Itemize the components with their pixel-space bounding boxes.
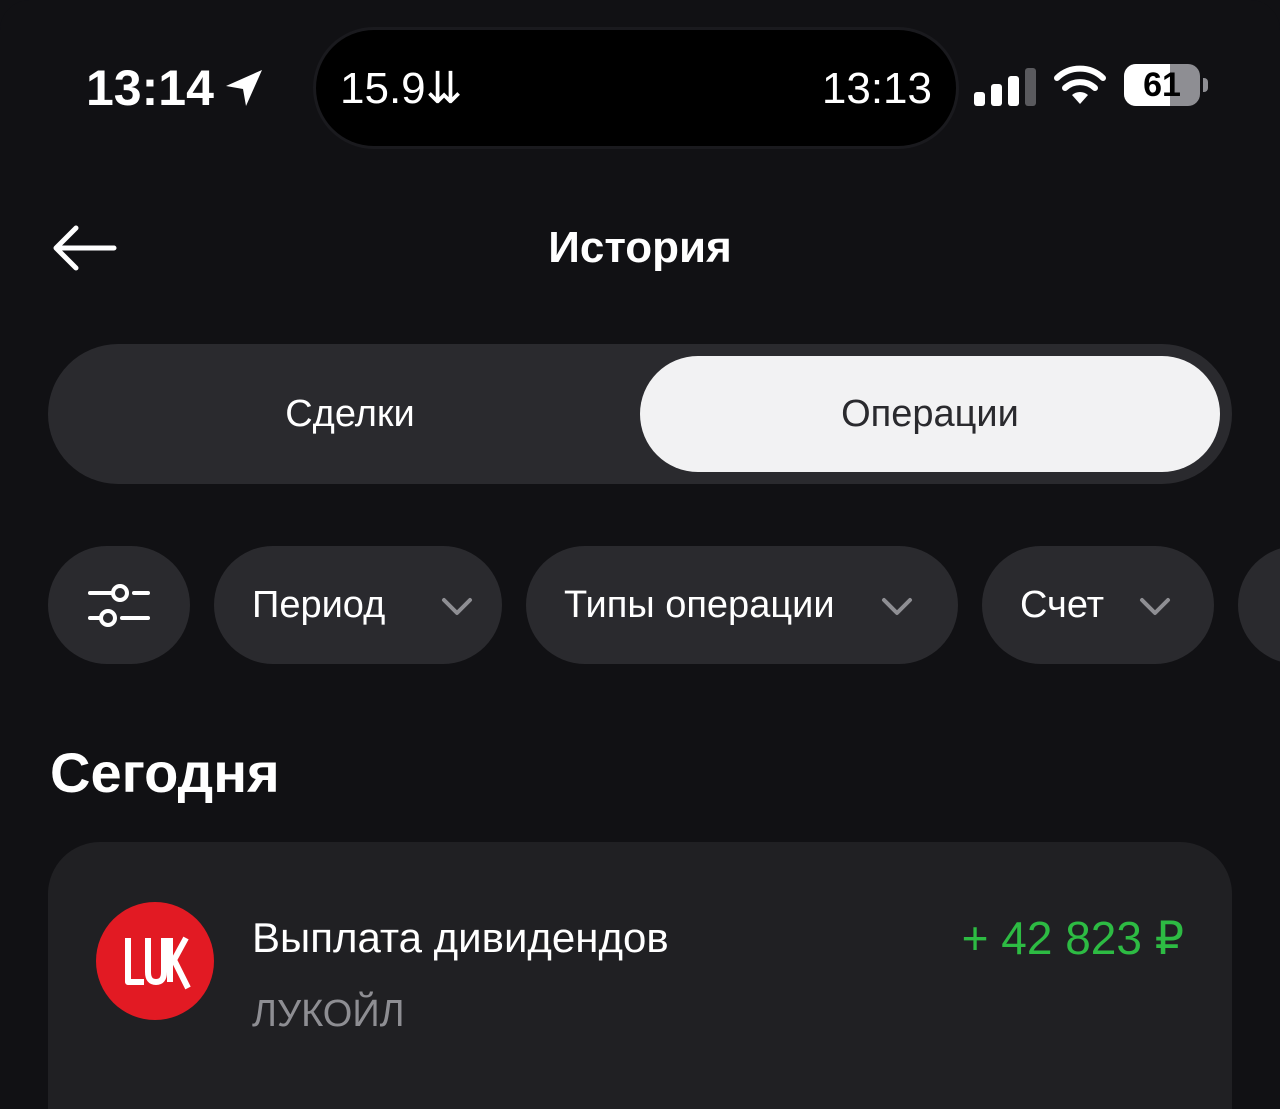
wifi-icon [1054,65,1106,104]
operation-types-filter-label: Типы операции [564,584,835,626]
status-time: 13:14 [86,60,214,116]
lukoil-logo-icon [125,936,191,990]
operation-title: Выплата дивидендов [252,914,669,961]
period-filter-chip[interactable]: Период [214,546,502,664]
dynamic-island: 15.9⇊ 13:13 [316,30,956,146]
period-filter-label: Период [252,584,386,626]
battery-percent: 61 [1143,66,1181,104]
filters-button[interactable] [48,546,190,664]
section-title-today: Сегодня [50,741,280,804]
cellular-signal-icon [974,68,1036,106]
operation-types-filter-chip[interactable]: Типы операции [526,546,958,664]
page-title: История [548,223,732,272]
location-arrow-icon [226,70,262,106]
history-segmented-control: Сделки Операции [48,344,1232,484]
account-filter-chip[interactable]: Счет [982,546,1214,664]
tab-operations[interactable]: Операции [640,356,1220,472]
island-speed-text: 15.9⇊ [340,64,463,113]
sliders-icon [88,584,150,627]
operation-amount: + 42 823 ₽ [961,912,1184,964]
island-time-text: 13:13 [821,64,932,113]
chevron-down-icon [882,598,912,615]
chevron-down-icon [1140,598,1170,615]
account-filter-label: Счет [1020,584,1105,626]
battery-indicator: 61 [1124,64,1208,106]
more-filter-chip[interactable] [1238,546,1280,664]
battery-icon: 61 [1124,64,1200,106]
battery-tip [1203,78,1208,92]
lukoil-logo [96,902,214,1020]
app-screen: 13:14 15.9⇊ 13:13 61 История Сделки Опер… [0,0,1280,1109]
operation-subtitle: ЛУКОЙЛ [252,993,405,1035]
tab-deals[interactable]: Сделки [60,356,640,472]
operation-card[interactable]: Выплата дивидендов ЛУКОЙЛ + 42 823 ₽ [48,842,1232,1109]
chevron-down-icon [442,598,472,615]
